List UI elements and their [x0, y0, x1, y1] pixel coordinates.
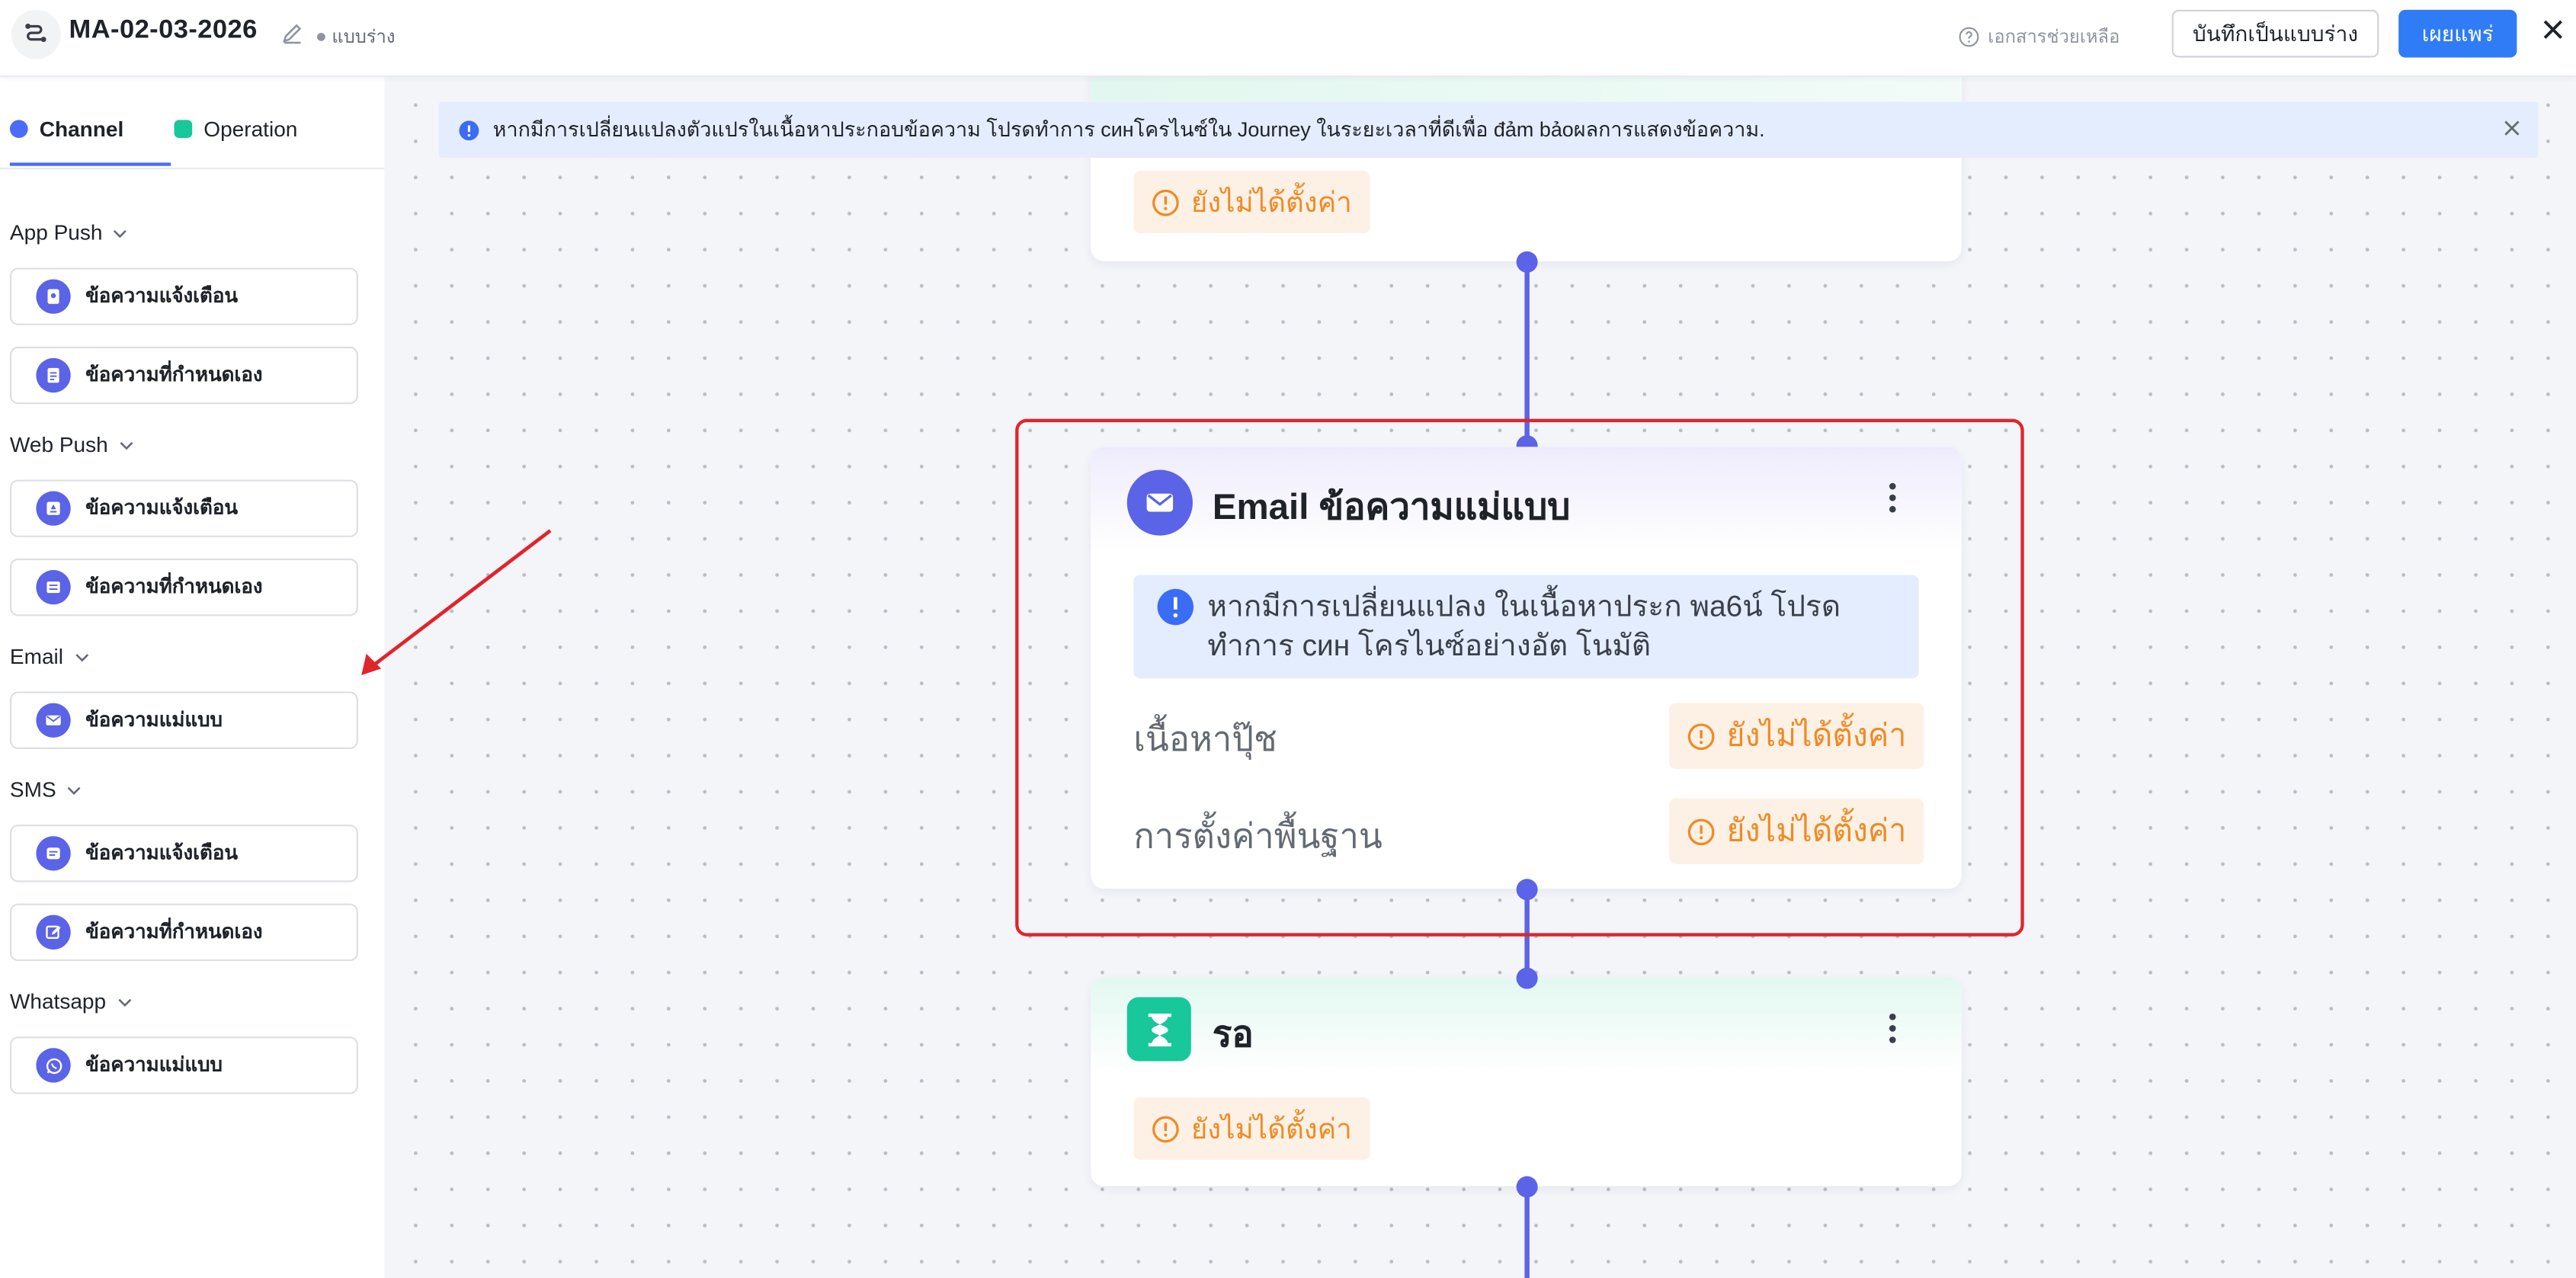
item-label: ข้อความแม่แบบ [85, 708, 223, 732]
edit-message-icon [36, 914, 71, 950]
close-banner-icon[interactable] [2502, 118, 2522, 143]
chevron-down-icon [75, 653, 88, 661]
help-link[interactable]: เอกสารช่วยเหลือ [1958, 21, 2119, 51]
group-email[interactable]: Email [10, 644, 90, 668]
help-icon [1959, 26, 1979, 46]
status-dot [317, 32, 325, 40]
chevron-down-icon [119, 440, 133, 450]
top-bar: MA-02-03-2026 แบบร่าง เอกสารช่วยเหลือ บั… [0, 0, 2576, 78]
sms-icon [36, 836, 71, 871]
sidebar-item-app-push-notification[interactable]: ข้อความแจ้งเตือน [9, 267, 358, 325]
status-badge: แบบร่าง [317, 21, 395, 51]
journey-title: MA-02-03-2026 [69, 16, 258, 45]
node-menu-icon[interactable] [1889, 1014, 1896, 1043]
help-label: เอกสารช่วยเหลือ [1988, 27, 2120, 48]
warning-icon [1152, 188, 1179, 216]
connector-line [1524, 1186, 1530, 1278]
sidebar-item-sms-notification[interactable]: ข้อความแจ้งเตือน [9, 825, 358, 882]
group-label: App Push [9, 219, 103, 245]
connector-port[interactable] [1516, 967, 1538, 989]
connector-port[interactable] [1516, 1176, 1538, 1198]
sidebar-item-app-push-custom[interactable]: ข้อความที่กำหนดเอง [9, 346, 358, 405]
whatsapp-icon [36, 1048, 71, 1083]
email-icon [36, 703, 71, 738]
info-icon [459, 120, 479, 140]
warning-icon [1152, 1115, 1179, 1142]
top-wait-node-card[interactable]: ยังไม่ได้ตั้งค่า [1091, 62, 1962, 261]
chevron-down-icon [117, 998, 131, 1006]
edit-title-icon[interactable] [281, 21, 304, 53]
warning-text: ยังไม่ได้ตั้งค่า [1190, 1113, 1352, 1145]
close-icon[interactable] [2540, 17, 2566, 51]
group-sms[interactable]: SMS [10, 777, 82, 802]
item-label: ข้อความแม่แบบ [85, 1052, 223, 1076]
status-text: แบบร่าง [332, 27, 396, 48]
group-whatsapp[interactable]: Whatsapp [10, 989, 133, 1014]
banner-text: หากมีการเปลี่ยนแปลงตัวแปรในเนื้อหาประกอบ… [492, 118, 1765, 142]
group-app-push[interactable]: App Push [10, 220, 129, 245]
save-draft-button[interactable]: บันทึกเป็นแบบร่าง [2171, 9, 2379, 58]
chevron-down-icon [67, 786, 81, 794]
component-sidebar: Channel Operation App Push ข้อความแจ้งเต… [0, 77, 385, 1278]
tab-operation-label: Operation [203, 117, 298, 142]
annotation-arrow [361, 529, 552, 675]
item-label: ข้อความแจ้งเตือน [85, 495, 239, 520]
group-label: Whatsapp [9, 988, 107, 1014]
custom-message-icon [36, 569, 71, 605]
item-label: ข้อความที่กำหนดเอง [85, 363, 263, 386]
item-label: ข้อความที่กำหนดเอง [85, 920, 263, 943]
tab-channel[interactable]: Channel [9, 117, 124, 142]
chevron-down-icon [114, 229, 127, 238]
group-label: Web Push [9, 431, 108, 457]
item-label: ข้อความแจ้งเตือน [85, 841, 239, 864]
item-label: ข้อความที่กำหนดเอง [85, 575, 263, 598]
channel-dot-icon [9, 120, 28, 139]
tab-divider [0, 167, 385, 170]
wait-node-title: รอ [1212, 1014, 1254, 1055]
top-node-warning[interactable]: ยังไม่ได้ตั้งค่า [1133, 171, 1370, 234]
group-web-push[interactable]: Web Push [10, 432, 134, 456]
hourglass-icon [1126, 997, 1191, 1062]
sidebar-item-email-template[interactable]: ข้อความแม่แบบ [9, 691, 358, 749]
active-tab-indicator [9, 162, 171, 166]
group-label: Email [9, 643, 64, 669]
sidebar-item-sms-custom[interactable]: ข้อความที่กำหนดเอง [9, 903, 358, 962]
tab-channel-label: Channel [39, 117, 124, 142]
wait-node-warning[interactable]: ยังไม่ได้ตั้งค่า [1133, 1097, 1370, 1160]
web-push-notification-icon [36, 491, 71, 526]
wait-node-card[interactable]: รอ ยังไม่ได้ตั้งค่า [1091, 977, 1962, 1187]
journey-flow-icon[interactable] [11, 9, 61, 59]
custom-message-icon [36, 357, 71, 393]
sync-info-banner: หากมีการเปลี่ยนแปลงตัวแปรในเนื้อหาประกอบ… [438, 101, 2539, 158]
publish-button[interactable]: เผยแพร่ [2398, 9, 2517, 58]
sidebar-item-web-push-custom[interactable]: ข้อความที่กำหนดเอง [9, 558, 358, 617]
item-label: ข้อความแจ้งเตือน [85, 283, 239, 308]
group-label: SMS [9, 777, 56, 802]
sidebar-item-whatsapp-template[interactable]: ข้อความแม่แบบ [9, 1036, 358, 1094]
connector-port[interactable] [1516, 251, 1538, 273]
operation-dot-icon [174, 120, 193, 139]
sidebar-item-web-push-notification[interactable]: ข้อความแจ้งเตือน [9, 479, 358, 537]
warning-text: ยังไม่ได้ตั้งค่า [1190, 186, 1352, 218]
annotation-highlight-box [1015, 418, 2024, 937]
app-push-notification-icon [36, 279, 71, 314]
tab-operation[interactable]: Operation [174, 117, 297, 141]
